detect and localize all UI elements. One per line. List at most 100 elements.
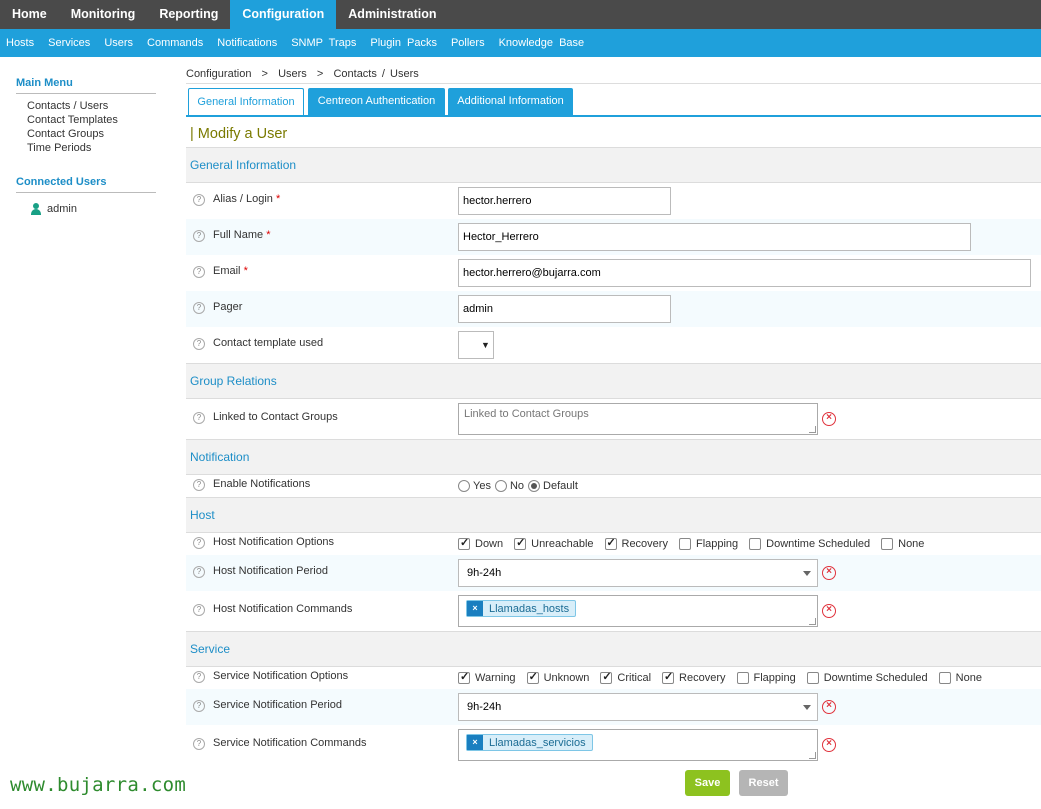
checkbox-host-recovery[interactable]	[604, 536, 617, 550]
tab-general-information[interactable]: General Information	[188, 88, 304, 115]
sidebar-item-contact-groups[interactable]: Contact Groups	[27, 128, 104, 140]
resize-grip-icon[interactable]	[809, 752, 816, 759]
subnav-services[interactable]: Services	[42, 29, 98, 57]
help-icon[interactable]: ?	[193, 266, 205, 278]
full-name-label: Full Name *	[213, 229, 271, 241]
subnav-users[interactable]: Users	[98, 29, 141, 57]
checkbox-host-flapping[interactable]	[678, 538, 691, 550]
subnav-snmp-traps[interactable]: SNMP Traps	[285, 29, 364, 57]
checkbox-host-unreachable[interactable]	[514, 536, 527, 550]
email-input[interactable]: hector.herrero@bujarra.com	[458, 259, 1031, 287]
help-icon[interactable]: ?	[193, 302, 205, 314]
subnav-plugin-packs[interactable]: Plugin Packs	[364, 29, 445, 57]
sidebar-item-contact-templates[interactable]: Contact Templates	[27, 114, 118, 126]
host-notification-commands-select[interactable]: × Llamadas_hosts	[458, 595, 818, 627]
remove-tag-icon[interactable]: ×	[467, 735, 483, 750]
checkbox-service-downtime-scheduled[interactable]	[806, 672, 819, 684]
section-group-relations: Group Relations	[186, 363, 1041, 399]
radio-default[interactable]	[528, 480, 541, 492]
checkbox-service-warning[interactable]	[458, 670, 470, 684]
help-icon[interactable]: ?	[193, 738, 205, 750]
clear-icon[interactable]: ×	[822, 738, 836, 752]
contact-groups-label: Linked to Contact Groups	[213, 411, 338, 423]
pager-label: Pager	[213, 301, 243, 313]
sidebar-item-time-periods[interactable]: Time Periods	[27, 142, 91, 154]
checkbox-service-none[interactable]	[938, 672, 951, 684]
chevron-down-icon	[803, 571, 811, 576]
contact-groups-select[interactable]: Linked to Contact Groups	[458, 403, 818, 435]
help-icon[interactable]: ?	[193, 671, 205, 683]
host-notification-period-select[interactable]: 9h-24h	[458, 559, 818, 587]
help-icon[interactable]: ?	[193, 700, 205, 712]
help-icon[interactable]: ?	[193, 537, 205, 549]
radio-yes[interactable]	[458, 480, 470, 492]
connected-user[interactable]: admin	[31, 203, 77, 215]
host-notification-period-label: Host Notification Period	[213, 565, 328, 577]
subnav-knowledge-base[interactable]: Knowledge Base	[493, 29, 593, 57]
reset-button[interactable]: Reset	[739, 770, 788, 796]
full-name-input[interactable]: Hector_Herrero	[458, 223, 971, 251]
pager-input[interactable]: admin	[458, 295, 671, 323]
nav-administration[interactable]: Administration	[336, 0, 448, 29]
help-icon[interactable]: ?	[193, 230, 205, 242]
nav-home[interactable]: Home	[0, 0, 59, 29]
subnav-notifications[interactable]: Notifications	[211, 29, 285, 57]
checkbox-service-critical[interactable]	[600, 670, 613, 684]
nav-configuration[interactable]: Configuration	[230, 0, 337, 29]
connected-users-title: Connected Users	[16, 176, 156, 193]
clear-icon[interactable]: ×	[822, 412, 836, 426]
clear-icon[interactable]: ×	[822, 566, 836, 580]
help-icon[interactable]: ?	[193, 338, 205, 350]
tab-additional-information[interactable]: Additional Information	[448, 88, 573, 115]
enable-notifications-radio-group: Yes No Default	[458, 480, 578, 492]
tabs-divider	[186, 115, 1041, 117]
resize-grip-icon[interactable]	[809, 618, 816, 625]
checkbox-label: Warning	[475, 672, 516, 684]
resize-grip-icon[interactable]	[809, 426, 816, 433]
service-notification-commands-select[interactable]: × Llamadas_servicios	[458, 729, 818, 761]
tab-centreon-authentication[interactable]: Centreon Authentication	[308, 88, 445, 115]
sidebar-item-contacts-users[interactable]: Contacts / Users	[27, 100, 108, 112]
subnav-hosts[interactable]: Hosts	[0, 29, 42, 57]
nav-monitoring[interactable]: Monitoring	[59, 0, 148, 29]
clear-icon[interactable]: ×	[822, 700, 836, 714]
host-notification-options-group: Down Unreachable Recovery Flapping Downt…	[458, 536, 935, 550]
checkbox-host-down[interactable]	[458, 536, 470, 550]
row-host-notification-period: ? Host Notification Period 9h-24h ×	[186, 555, 1041, 591]
row-service-notification-options: ? Service Notification Options Warning U…	[186, 667, 1041, 689]
help-icon[interactable]: ?	[193, 566, 205, 578]
required-mark: *	[243, 265, 248, 277]
service-notification-period-select[interactable]: 9h-24h	[458, 693, 818, 721]
clear-icon[interactable]: ×	[822, 604, 836, 618]
contact-groups-placeholder: Linked to Contact Groups	[464, 408, 589, 420]
help-icon[interactable]: ?	[193, 479, 205, 491]
checkbox-service-flapping[interactable]	[736, 672, 749, 684]
checkbox-label: Flapping	[695, 538, 739, 550]
row-contact-groups: ? Linked to Contact Groups Linked to Con…	[186, 399, 1041, 439]
row-host-notification-commands: ? Host Notification Commands × Llamadas_…	[186, 591, 1041, 631]
breadcrumb-divider	[186, 83, 1041, 84]
top-navigation: Home Monitoring Reporting Configuration …	[0, 0, 1041, 29]
contact-template-select[interactable]: ▼	[458, 331, 494, 359]
selected-tag: × Llamadas_hosts	[466, 600, 577, 617]
checkbox-host-downtime-scheduled[interactable]	[749, 538, 762, 550]
help-icon[interactable]: ?	[193, 194, 205, 206]
help-icon[interactable]: ?	[193, 412, 205, 424]
nav-reporting[interactable]: Reporting	[147, 0, 230, 29]
service-notification-options-label: Service Notification Options	[213, 670, 349, 682]
checkbox-label: None	[898, 538, 925, 550]
checkbox-label: Flapping	[753, 672, 796, 684]
subnav-pollers[interactable]: Pollers	[445, 29, 493, 57]
save-button[interactable]: Save	[685, 770, 730, 796]
required-mark: *	[276, 193, 281, 205]
checkbox-host-none[interactable]	[881, 538, 894, 550]
subnav-commands[interactable]: Commands	[141, 29, 211, 57]
radio-no[interactable]	[494, 480, 507, 492]
radio-no-label: No	[509, 480, 525, 492]
checkbox-service-recovery[interactable]	[662, 670, 675, 684]
checkbox-service-unknown[interactable]	[526, 670, 539, 684]
help-icon[interactable]: ?	[193, 604, 205, 616]
remove-tag-icon[interactable]: ×	[467, 601, 483, 616]
alias-input[interactable]: hector.herrero	[458, 187, 671, 215]
user-icon	[31, 203, 41, 215]
